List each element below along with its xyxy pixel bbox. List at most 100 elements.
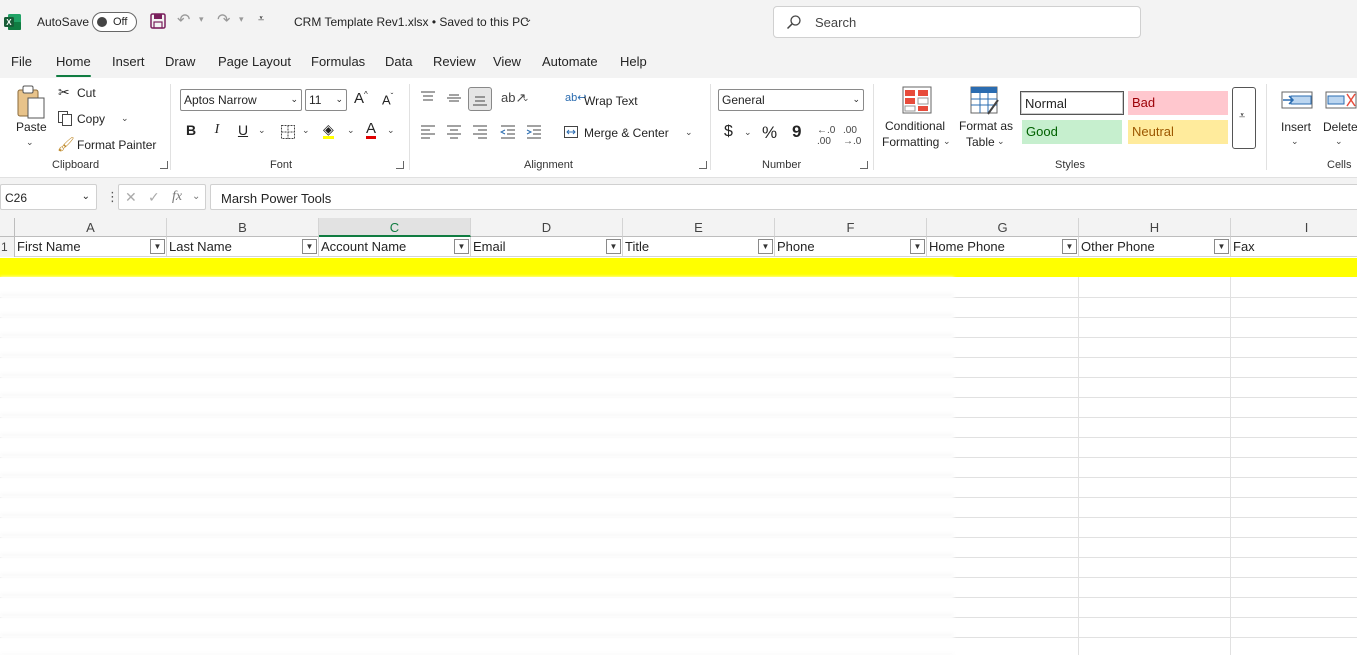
header-cell-account-name[interactable]: Account Name ▼	[319, 237, 471, 257]
conditional-formatting-label-2[interactable]: Formatting	[882, 135, 939, 149]
tab-file[interactable]: File	[11, 54, 32, 69]
document-title[interactable]: CRM Template Rev1.xlsx • Saved to this P…	[294, 15, 529, 29]
number-format-combo[interactable]: General ⌄	[718, 89, 864, 111]
column-header-g[interactable]: G	[927, 218, 1079, 237]
autosave-toggle[interactable]: Off	[92, 12, 137, 32]
merge-dropdown-icon[interactable]: ⌄	[685, 127, 693, 138]
borders-icon[interactable]	[280, 124, 296, 140]
filter-dropdown-icon[interactable]: ▼	[302, 239, 317, 254]
insert-dropdown-icon[interactable]: ⌄	[1291, 136, 1299, 147]
fill-color-icon[interactable]: ◈	[323, 122, 334, 139]
tab-data[interactable]: Data	[385, 54, 412, 69]
borders-dropdown-icon[interactable]: ⌄	[302, 125, 310, 136]
font-size-combo[interactable]: 11 ⌄	[305, 89, 347, 111]
conditional-formatting-label-1[interactable]: Conditional	[885, 119, 945, 133]
font-color-icon[interactable]: A	[366, 121, 377, 139]
orientation-dropdown-icon[interactable]: ⌄	[522, 93, 530, 104]
percent-button[interactable]: %	[762, 123, 777, 143]
wrap-text-button[interactable]: Wrap Text	[584, 94, 638, 108]
tab-page-layout[interactable]: Page Layout	[218, 54, 291, 69]
filter-dropdown-icon[interactable]: ▼	[1062, 239, 1077, 254]
alignment-launcher-icon[interactable]	[699, 161, 707, 169]
header-cell-phone[interactable]: Phone ▼	[775, 237, 927, 257]
bold-button[interactable]: B	[182, 122, 200, 138]
paste-icon[interactable]	[16, 84, 46, 120]
format-as-table-label-1[interactable]: Format as	[959, 119, 1013, 133]
tab-review[interactable]: Review	[433, 54, 476, 69]
worksheet-grid[interactable]: A B C D E F G H I 1 First Name ▼ Last Na…	[0, 218, 1357, 655]
undo-icon[interactable]: ↶	[177, 12, 195, 30]
column-header-d[interactable]: D	[471, 218, 623, 237]
column-header-f[interactable]: F	[775, 218, 927, 237]
undo-dropdown-icon[interactable]: ▾	[199, 14, 204, 25]
column-header-c[interactable]: C	[319, 218, 471, 237]
tab-help[interactable]: Help	[620, 54, 647, 69]
copy-dropdown-icon[interactable]: ⌄	[121, 113, 129, 124]
fill-color-dropdown-icon[interactable]: ⌄	[347, 125, 355, 136]
style-good[interactable]: Good	[1022, 120, 1122, 144]
tab-home[interactable]: Home	[56, 54, 91, 77]
chevron-down-icon[interactable]: ⌄	[524, 14, 532, 25]
tab-formulas[interactable]: Formulas	[311, 54, 365, 69]
filter-dropdown-icon[interactable]: ▼	[1214, 239, 1229, 254]
font-launcher-icon[interactable]	[396, 161, 404, 169]
underline-dropdown-icon[interactable]: ⌄	[258, 125, 266, 136]
filter-dropdown-icon[interactable]: ▼	[910, 239, 925, 254]
underline-button[interactable]: U	[234, 122, 252, 138]
decrease-indent-icon[interactable]	[500, 123, 516, 139]
highlighted-row[interactable]	[0, 258, 1357, 277]
style-normal[interactable]: Normal	[1020, 91, 1124, 115]
align-bottom-button[interactable]	[468, 87, 492, 111]
style-bad[interactable]: Bad	[1128, 91, 1228, 115]
header-cell-home-phone[interactable]: Home Phone ▼	[927, 237, 1079, 257]
header-cell-title[interactable]: Title ▼	[623, 237, 775, 257]
increase-indent-icon[interactable]	[526, 123, 542, 139]
header-cell-fax[interactable]: Fax	[1231, 237, 1357, 257]
insert-function-button[interactable]: fx	[172, 189, 182, 205]
align-left-icon[interactable]	[420, 123, 436, 139]
formula-input[interactable]: Marsh Power Tools	[210, 184, 1357, 210]
font-name-combo[interactable]: Aptos Narrow ⌄	[180, 89, 302, 111]
increase-font-icon[interactable]: A^	[354, 90, 368, 107]
currency-dropdown-icon[interactable]: ⌄	[744, 127, 752, 138]
tab-draw[interactable]: Draw	[165, 54, 195, 69]
align-right-icon[interactable]	[472, 123, 488, 139]
save-icon[interactable]	[149, 12, 167, 30]
merge-center-button[interactable]: Merge & Center	[584, 126, 669, 140]
align-middle-icon[interactable]	[446, 90, 462, 106]
column-header-b[interactable]: B	[167, 218, 319, 237]
format-painter-button[interactable]: Format Painter	[77, 138, 156, 152]
tab-automate[interactable]: Automate	[542, 54, 598, 69]
select-all-corner[interactable]	[0, 218, 15, 237]
header-cell-other-phone[interactable]: Other Phone ▼	[1079, 237, 1231, 257]
decrease-font-icon[interactable]: Aˇ	[382, 92, 393, 107]
cancel-icon[interactable]: ✕	[125, 189, 137, 206]
delete-dropdown-icon[interactable]: ⌄	[1335, 136, 1343, 147]
paste-button[interactable]: Paste	[16, 120, 47, 134]
align-center-icon[interactable]	[446, 123, 462, 139]
row-header-1[interactable]: 1	[0, 237, 15, 257]
comma-button[interactable]: 9	[792, 122, 801, 142]
italic-button[interactable]: I	[208, 122, 226, 138]
number-launcher-icon[interactable]	[860, 161, 868, 169]
format-table-dropdown-icon[interactable]: ⌄	[997, 136, 1005, 147]
name-box[interactable]: C26 ⌄	[0, 184, 97, 210]
redo-dropdown-icon[interactable]: ▾	[239, 14, 244, 25]
filter-dropdown-icon[interactable]: ▼	[454, 239, 469, 254]
paste-dropdown-icon[interactable]: ⌄	[26, 137, 34, 148]
filter-dropdown-icon[interactable]: ▼	[758, 239, 773, 254]
column-header-h[interactable]: H	[1079, 218, 1231, 237]
header-cell-last-name[interactable]: Last Name ▼	[167, 237, 319, 257]
format-as-table-label-2[interactable]: Table	[966, 135, 995, 149]
header-cell-first-name[interactable]: First Name ▼	[15, 237, 167, 257]
column-header-i[interactable]: I	[1231, 218, 1357, 237]
currency-button[interactable]: $	[724, 123, 733, 141]
column-header-a[interactable]: A	[15, 218, 167, 237]
delete-button[interactable]: Delete	[1323, 120, 1357, 134]
styles-gallery-more-button[interactable]: ⩡	[1232, 87, 1256, 149]
decrease-decimal-icon[interactable]: .00 →.0	[843, 125, 861, 147]
copy-button[interactable]: Copy	[77, 112, 105, 126]
search-box[interactable]: Search	[773, 6, 1141, 38]
insert-button[interactable]: Insert	[1281, 120, 1311, 134]
conditional-dropdown-icon[interactable]: ⌄	[943, 136, 951, 147]
